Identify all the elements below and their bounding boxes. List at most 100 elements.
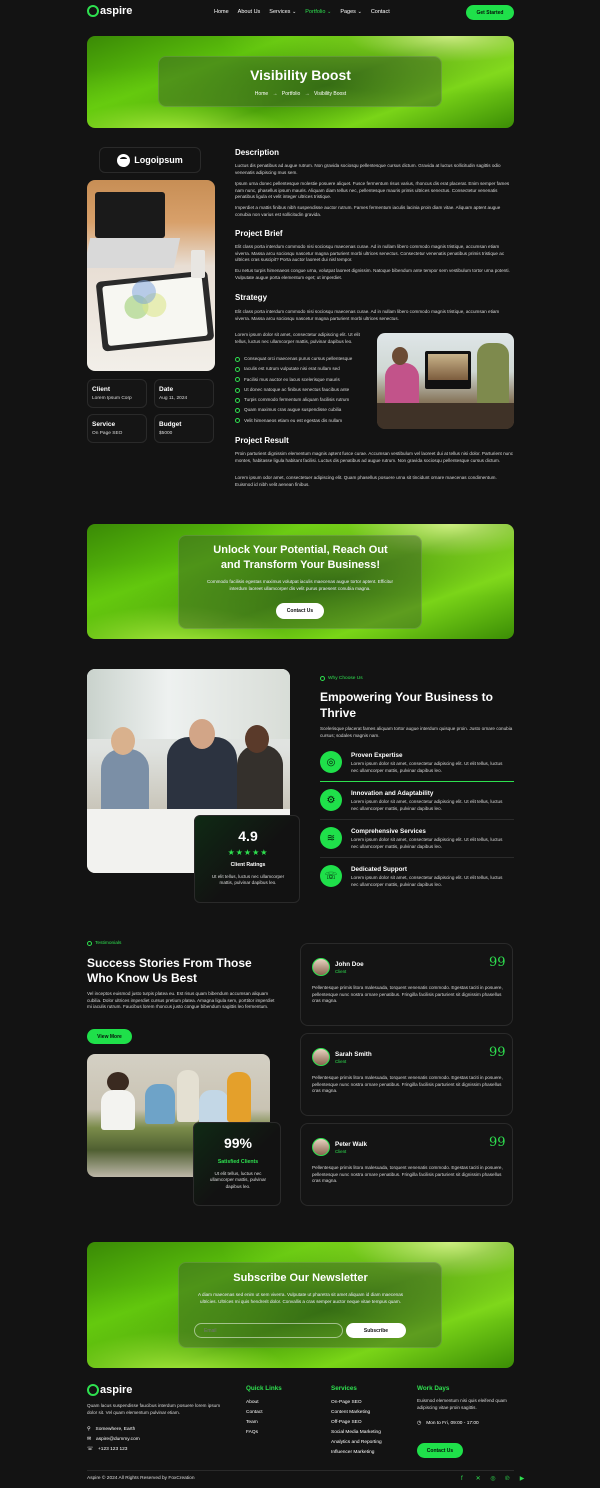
checklist-text: Turpis commodo fermentum aliquam facilis… xyxy=(244,397,350,403)
footer-service-link[interactable]: On-Page SEO xyxy=(331,1398,382,1408)
rating-value: 4.9 xyxy=(238,828,258,844)
feature-text: Lorem ipsum dolor sit amet, consectetur … xyxy=(351,875,503,887)
youtube-icon[interactable]: ▶ xyxy=(520,1475,527,1482)
chevron-down-icon: ⌄ xyxy=(292,9,297,15)
work-days-text: Euismod elementum nisi quis eleifend qua… xyxy=(417,1398,507,1410)
x-icon[interactable]: ✕ xyxy=(476,1475,483,1482)
footer-service-link[interactable]: Content Marketing xyxy=(331,1408,382,1418)
testimonials-tag-label: Testimonials xyxy=(95,941,122,946)
check-circle-icon xyxy=(235,408,240,414)
logoipsum-icon xyxy=(117,153,131,167)
email-field[interactable] xyxy=(194,1323,343,1338)
rating-stars: ★★★★★ xyxy=(227,848,269,857)
nav-services[interactable]: Services ⌄ xyxy=(269,9,296,15)
nav-about[interactable]: About Us xyxy=(238,9,261,15)
check-circle-icon xyxy=(235,418,240,424)
nav-services-label[interactable]: Services xyxy=(269,9,290,15)
checklist-item: Turpis commodo fermentum aliquam facilis… xyxy=(235,395,375,405)
client-info-card: Client Lorem Ipsum Corp xyxy=(87,379,147,408)
main-nav: Home About Us Services ⌄ Portfolio ⌄ Pag… xyxy=(214,9,390,15)
description-p2: Ipsum urna donec pellentesque molestie p… xyxy=(235,181,510,200)
quick-links-list: About Contact Team FAQs xyxy=(246,1398,263,1438)
brand-mark-icon xyxy=(87,5,99,17)
checklist-item: Ut donec natoque ac finibus senectus fau… xyxy=(235,385,375,395)
facebook-icon[interactable]: f xyxy=(461,1476,468,1483)
subscribe-button[interactable]: Subscribe xyxy=(346,1323,406,1338)
testimonial-role: Client xyxy=(335,1059,347,1064)
feature-comprehensive-services: ≋ Comprehensive Services Lorem ipsum dol… xyxy=(320,824,514,858)
budget-label: Budget xyxy=(159,421,182,428)
project-result-title: Project Result xyxy=(235,436,289,445)
arrow-right-icon: → xyxy=(272,91,278,97)
footer-service-link[interactable]: Off-Page SEO xyxy=(331,1418,382,1428)
checklist-item: Consequat orci maecenas purus cursus pel… xyxy=(235,354,375,364)
nav-contact[interactable]: Contact xyxy=(371,9,390,15)
nav-portfolio-label[interactable]: Portfolio xyxy=(305,9,325,15)
support-icon: ☏ xyxy=(320,865,342,887)
work-hours: ◷ Mon to Fri, 09:00 - 17:00 xyxy=(417,1421,479,1426)
stat-label: Satisfied Clients xyxy=(217,1159,259,1165)
footer-email[interactable]: ✉ aspire@dummy.com xyxy=(87,1437,140,1442)
check-circle-icon xyxy=(235,397,240,403)
why-title-line1: Empowering Your Business to xyxy=(320,690,493,704)
page-title: Visibility Boost xyxy=(250,67,351,83)
location-pin-icon: ⚲ xyxy=(87,1427,91,1432)
checklist-item: Iaculis est rutrum vulputate nisi erat n… xyxy=(235,364,375,374)
description-p3: Imperdiet a mattis finibus nibh suspendi… xyxy=(235,205,501,217)
date-value: Aug 11, 2024 xyxy=(159,396,188,401)
pinterest-icon[interactable]: ℗ xyxy=(505,1476,512,1483)
nav-portfolio[interactable]: Portfolio ⌄ xyxy=(305,9,331,15)
checklist-item: Velit himenaeos etiam eu est egestas dis… xyxy=(235,416,375,426)
services-list: On-Page SEO Content Marketing Off-Page S… xyxy=(331,1398,382,1457)
page-hero: Visibility Boost Home → Portfolio → Visi… xyxy=(87,36,514,128)
breadcrumb-portfolio[interactable]: Portfolio xyxy=(282,91,300,97)
footer-service-link[interactable]: Analytics and Reporting xyxy=(331,1438,382,1448)
footer-service-link[interactable]: Social Media Marketing xyxy=(331,1428,382,1438)
copyright: Aspire © 2024 All Rights Reserved by Fox… xyxy=(87,1476,195,1481)
footer-link-contact[interactable]: Contact xyxy=(246,1408,263,1418)
why-title-line2: Thrive xyxy=(320,706,357,720)
sparkle-icon xyxy=(320,676,325,681)
brand-mark-icon xyxy=(87,1384,99,1396)
breadcrumb-home[interactable]: Home xyxy=(255,91,268,97)
view-more-button[interactable]: View More xyxy=(87,1029,132,1044)
newsletter-title: Subscribe Our Newsletter xyxy=(233,1272,368,1284)
nav-pages-label[interactable]: Pages xyxy=(340,9,356,15)
feature-text: Lorem ipsum dolor sit amet, consectetur … xyxy=(351,837,503,849)
footer-brand[interactable]: aspire xyxy=(87,1384,132,1396)
email-text[interactable]: aspire@dummy.com xyxy=(96,1437,140,1442)
why-intro: Scelerisque placerat fames aliquam torto… xyxy=(320,726,513,738)
instagram-icon[interactable]: ◎ xyxy=(490,1475,497,1482)
footer-phone[interactable]: ☏ +123 123 123 xyxy=(87,1447,127,1452)
hours-text: Mon to Fri, 09:00 - 17:00 xyxy=(426,1421,479,1426)
testimonial-role: Client xyxy=(335,969,347,974)
breadcrumb-current: Visibility Boost xyxy=(314,91,347,97)
footer-link-team[interactable]: Team xyxy=(246,1418,263,1428)
service-info-card: Service On Page SEO xyxy=(87,414,147,443)
contact-us-button[interactable]: Contact Us xyxy=(276,603,324,619)
feature-title: Dedicated Support xyxy=(351,866,407,873)
project-brief-p2: Eu netus turpis himenaeos congue urna, v… xyxy=(235,268,510,280)
get-started-button[interactable]: Get Started xyxy=(466,5,514,20)
nav-pages[interactable]: Pages ⌄ xyxy=(340,9,361,15)
phone-text[interactable]: +123 123 123 xyxy=(98,1447,127,1452)
checklist-text: Quam maximus cras augue suspendisse cubi… xyxy=(244,407,342,413)
feature-proven-expertise: ◎ Proven Expertise Lorem ipsum dolor sit… xyxy=(320,748,514,782)
testimonial-card-peter: Peter Walk Client 99 Pellentesque primis… xyxy=(300,1123,513,1206)
footer-contact-button[interactable]: Contact Us xyxy=(417,1443,463,1458)
testimonial-card-sarah: Sarah Smith Client 99 Pellentesque primi… xyxy=(300,1033,513,1116)
brand-logo[interactable]: aspire xyxy=(87,5,132,17)
testimonials-title-line1: Success Stories From Those xyxy=(87,956,252,970)
address-text: Somewhere, Earth xyxy=(95,1427,136,1432)
cta-text: Commodo facilisis egestas maximus volutp… xyxy=(206,579,394,591)
sparkle-icon xyxy=(87,941,92,946)
rating-card: 4.9 ★★★★★ Client Ratings Ut elit tellus,… xyxy=(194,815,300,903)
footer-link-faqs[interactable]: FAQs xyxy=(246,1428,263,1438)
checklist-item: Quam maximus cras augue suspendisse cubi… xyxy=(235,405,375,415)
client-value: Lorem Ipsum Corp xyxy=(92,396,132,401)
feature-innovation: ⚙ Innovation and Adaptability Lorem ipsu… xyxy=(320,786,514,820)
brand-name: aspire xyxy=(100,5,133,17)
footer-service-link[interactable]: Influencer Marketing xyxy=(331,1448,382,1458)
footer-link-about[interactable]: About xyxy=(246,1398,263,1408)
nav-home[interactable]: Home xyxy=(214,9,229,15)
